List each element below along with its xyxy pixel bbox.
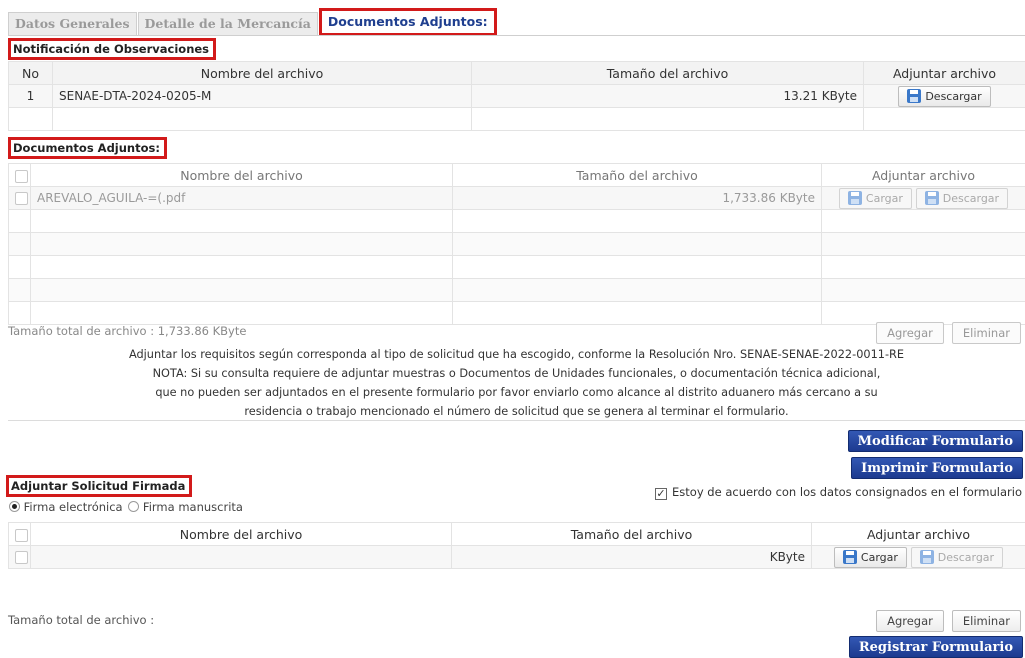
firma-options: Firma electrónica Firma manuscrita bbox=[9, 500, 243, 514]
row-nombre: SENAE-DTA-2024-0205-M bbox=[53, 85, 472, 108]
table-row: 1 SENAE-DTA-2024-0205-M 13.21 KByte Desc… bbox=[9, 85, 1025, 108]
descargar-label: Descargar bbox=[938, 551, 994, 564]
floppy-disk-icon bbox=[920, 550, 934, 564]
col-adjuntar: Adjuntar archivo bbox=[864, 62, 1025, 85]
documentos-actions: Agregar Eliminar bbox=[876, 322, 1021, 344]
acuerdo-label: Estoy de acuerdo con los datos consignad… bbox=[672, 485, 1022, 499]
firma-electronica-label: Firma electrónica bbox=[24, 500, 123, 514]
col-nombre: Nombre del archivo bbox=[53, 62, 472, 85]
row-checkbox-cell bbox=[9, 187, 31, 210]
note-line: que no pueden ser adjuntados en el prese… bbox=[8, 383, 1025, 402]
col-nombre: Nombre del archivo bbox=[31, 523, 452, 546]
note-block: Adjuntar los requisitos según correspond… bbox=[8, 345, 1025, 421]
modificar-wrap: Modificar Formulario bbox=[848, 430, 1023, 452]
floppy-disk-icon bbox=[848, 191, 862, 205]
tab-bar: Datos Generales Detalle de la Mercancía … bbox=[8, 10, 498, 36]
firma-manuscrita-radio[interactable] bbox=[128, 501, 139, 512]
solicitud-table: Nombre del archivo Tamaño del archivo Ad… bbox=[8, 522, 1025, 569]
note-line: residencia o trabajo mencionado el númer… bbox=[8, 402, 1025, 421]
col-tamano: Tamaño del archivo bbox=[453, 164, 822, 187]
note-line: NOTA: Si su consulta requiere de adjunta… bbox=[8, 364, 1025, 383]
descargar-label: Descargar bbox=[943, 192, 999, 205]
row-tamano: 13.21 KByte bbox=[472, 85, 864, 108]
empty-row bbox=[9, 256, 1025, 279]
total-size: Tamaño total de archivo : 1,733.86 KByte bbox=[8, 324, 246, 338]
floppy-disk-icon bbox=[907, 89, 921, 103]
section-title-notificacion: Notificación de Observaciones bbox=[8, 38, 216, 60]
notificacion-table: No Nombre del archivo Tamaño del archivo… bbox=[8, 61, 1025, 131]
cargar-button[interactable]: Cargar bbox=[834, 547, 907, 568]
row-adjuntar: Cargar Descargar bbox=[822, 187, 1025, 210]
tab-documentos-adjuntos[interactable]: Documentos Adjuntos: bbox=[319, 8, 497, 36]
row-checkbox-cell bbox=[9, 546, 31, 569]
table-row: KByte Cargar Descargar bbox=[9, 546, 1025, 569]
col-no: No bbox=[9, 62, 53, 85]
acuerdo-checkbox[interactable]: ✓ bbox=[655, 488, 667, 500]
acuerdo-row: ✓ Estoy de acuerdo con los datos consigna… bbox=[655, 485, 1022, 500]
imprimir-wrap: Imprimir Formulario bbox=[851, 457, 1023, 479]
checkbox[interactable] bbox=[15, 529, 28, 542]
table-row: AREVALO_AGUILA-=(.pdf 1,733.86 KByte Car… bbox=[9, 187, 1025, 210]
eliminar-button[interactable]: Eliminar bbox=[952, 610, 1021, 632]
col-tamano: Tamaño del archivo bbox=[472, 62, 864, 85]
row-nombre: AREVALO_AGUILA-=(.pdf bbox=[31, 187, 453, 210]
eliminar-button[interactable]: Eliminar bbox=[952, 322, 1021, 344]
floppy-disk-icon bbox=[843, 550, 857, 564]
row-adjuntar: Cargar Descargar bbox=[812, 546, 1025, 569]
col-adjuntar: Adjuntar archivo bbox=[822, 164, 1025, 187]
section-title-solicitud: Adjuntar Solicitud Firmada bbox=[6, 475, 192, 497]
table-header: Nombre del archivo Tamaño del archivo Ad… bbox=[9, 523, 1025, 546]
row-adjuntar: Descargar bbox=[864, 85, 1025, 108]
row-tamano: 1,733.86 KByte bbox=[453, 187, 822, 210]
tab-detalle-mercancia[interactable]: Detalle de la Mercancía bbox=[138, 12, 318, 36]
cargar-label: Cargar bbox=[861, 551, 898, 564]
select-all-checkbox bbox=[9, 164, 31, 187]
note-line: Adjuntar los requisitos según correspond… bbox=[8, 345, 1025, 364]
firma-manuscrita-label: Firma manuscrita bbox=[143, 500, 243, 514]
row-checkbox[interactable] bbox=[15, 192, 28, 205]
col-adjuntar: Adjuntar archivo bbox=[812, 523, 1025, 546]
row-nombre bbox=[31, 546, 452, 569]
firma-electronica-radio[interactable] bbox=[9, 501, 20, 512]
divider bbox=[8, 420, 1025, 421]
agregar-button[interactable]: Agregar bbox=[876, 610, 944, 632]
cargar-button[interactable]: Cargar bbox=[839, 188, 912, 209]
solicitud-total-size: Tamaño total de archivo : bbox=[8, 613, 154, 627]
table-header: No Nombre del archivo Tamaño del archivo… bbox=[9, 62, 1025, 85]
descargar-label: Descargar bbox=[925, 90, 981, 103]
row-checkbox[interactable] bbox=[15, 551, 28, 564]
empty-row bbox=[9, 279, 1025, 302]
empty-row bbox=[9, 233, 1025, 256]
row-no: 1 bbox=[9, 85, 53, 108]
agregar-button[interactable]: Agregar bbox=[876, 322, 944, 344]
select-all-checkbox bbox=[9, 523, 31, 546]
imprimir-formulario-button[interactable]: Imprimir Formulario bbox=[851, 457, 1023, 479]
descargar-button[interactable]: Descargar bbox=[916, 188, 1008, 209]
table-header: Nombre del archivo Tamaño del archivo Ad… bbox=[9, 164, 1025, 187]
modificar-formulario-button[interactable]: Modificar Formulario bbox=[848, 430, 1023, 452]
floppy-disk-icon bbox=[925, 191, 939, 205]
documentos-table: Nombre del archivo Tamaño del archivo Ad… bbox=[8, 163, 1025, 325]
empty-row bbox=[9, 210, 1025, 233]
row-tamano: KByte bbox=[452, 546, 812, 569]
descargar-button[interactable]: Descargar bbox=[911, 547, 1003, 568]
empty-row bbox=[9, 302, 1025, 325]
solicitud-actions: Agregar Eliminar bbox=[876, 610, 1021, 632]
tab-divider bbox=[8, 35, 1025, 36]
tab-datos-generales[interactable]: Datos Generales bbox=[8, 12, 137, 36]
empty-row bbox=[9, 108, 1025, 131]
col-tamano: Tamaño del archivo bbox=[452, 523, 812, 546]
section-title-documentos: Documentos Adjuntos: bbox=[8, 137, 167, 159]
col-nombre: Nombre del archivo bbox=[31, 164, 453, 187]
descargar-button[interactable]: Descargar bbox=[898, 86, 990, 107]
checkbox[interactable] bbox=[15, 170, 28, 183]
cargar-label: Cargar bbox=[866, 192, 903, 205]
